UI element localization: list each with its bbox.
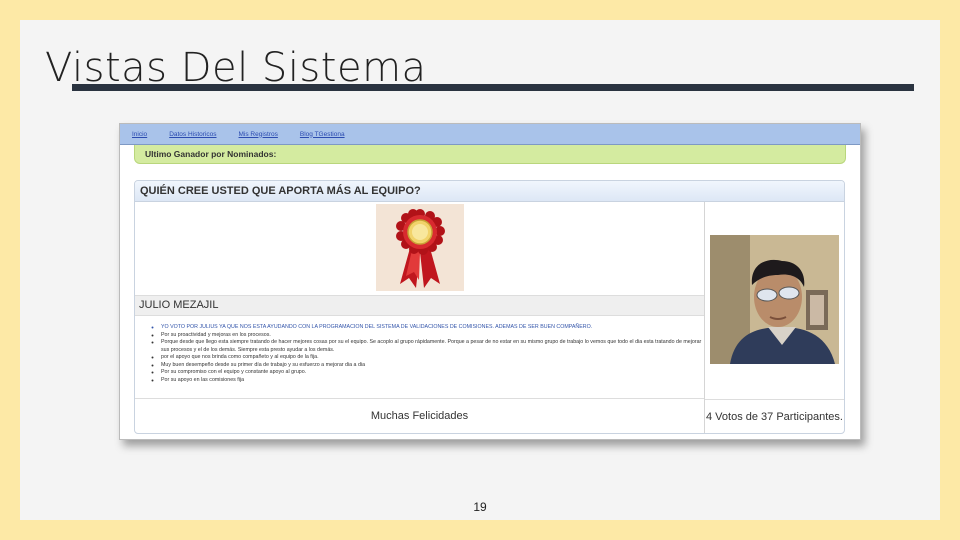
- winner-profile-photo: [710, 235, 839, 364]
- award-area: [135, 202, 704, 296]
- award-rosette-icon: [376, 204, 464, 291]
- panel-question: QUIÉN CREE USTED QUE APORTA MÁS AL EQUIP…: [135, 181, 844, 202]
- comment-item: Por su compromiso con el equipo y consta…: [161, 369, 704, 377]
- nav-link-mis-registros[interactable]: Mis Registros: [239, 131, 278, 138]
- winner-details-column: JULIO MEZAJIL YO VOTO POR JULIUS YA QUE …: [135, 202, 705, 433]
- winner-photo-column: 4 Votos de 37 Participantes.: [705, 202, 844, 433]
- comment-item: Muy buen desempeño desde su primer día d…: [161, 362, 704, 370]
- winner-name: JULIO MEZAJIL: [135, 296, 704, 316]
- nav-link-blog-tgestiona[interactable]: Blog TGestiona: [300, 131, 345, 138]
- photo-area: [705, 202, 844, 400]
- comment-item: por el apoyo que nos brinda como compañe…: [161, 354, 704, 362]
- nav-link-datos-historicos[interactable]: Datos Historicos: [169, 131, 216, 138]
- comments-list: YO VOTO POR JULIUS YA QUE NOS ESTA AYUDA…: [135, 316, 704, 399]
- page-number: 19: [473, 500, 487, 514]
- congratulations-text: Muchas Felicidades: [370, 410, 469, 422]
- winner-banner: Ultimo Ganador por Nominados:: [134, 145, 846, 164]
- comment-item: Por su proactividad y mejoras en los pro…: [161, 332, 704, 340]
- nav-link-inicio[interactable]: Inicio: [132, 131, 147, 138]
- embedded-screenshot: Inicio Datos Historicos Mis Registros Bl…: [119, 123, 861, 440]
- comment-item: YO VOTO POR JULIUS YA QUE NOS ESTA AYUDA…: [161, 324, 704, 332]
- top-navigation: Inicio Datos Historicos Mis Registros Bl…: [120, 124, 860, 145]
- nomination-panel: QUIÉN CREE USTED QUE APORTA MÁS AL EQUIP…: [134, 180, 845, 434]
- slide: Vistas Del Sistema Inicio Datos Historic…: [20, 20, 940, 520]
- vote-count: 4 Votos de 37 Participantes.: [706, 411, 843, 423]
- title-underline: [72, 84, 914, 91]
- comment-item: Por su apoyo en las comisiones fija: [161, 377, 704, 385]
- comment-item: Porque desde que llego esta siempre trat…: [161, 339, 704, 354]
